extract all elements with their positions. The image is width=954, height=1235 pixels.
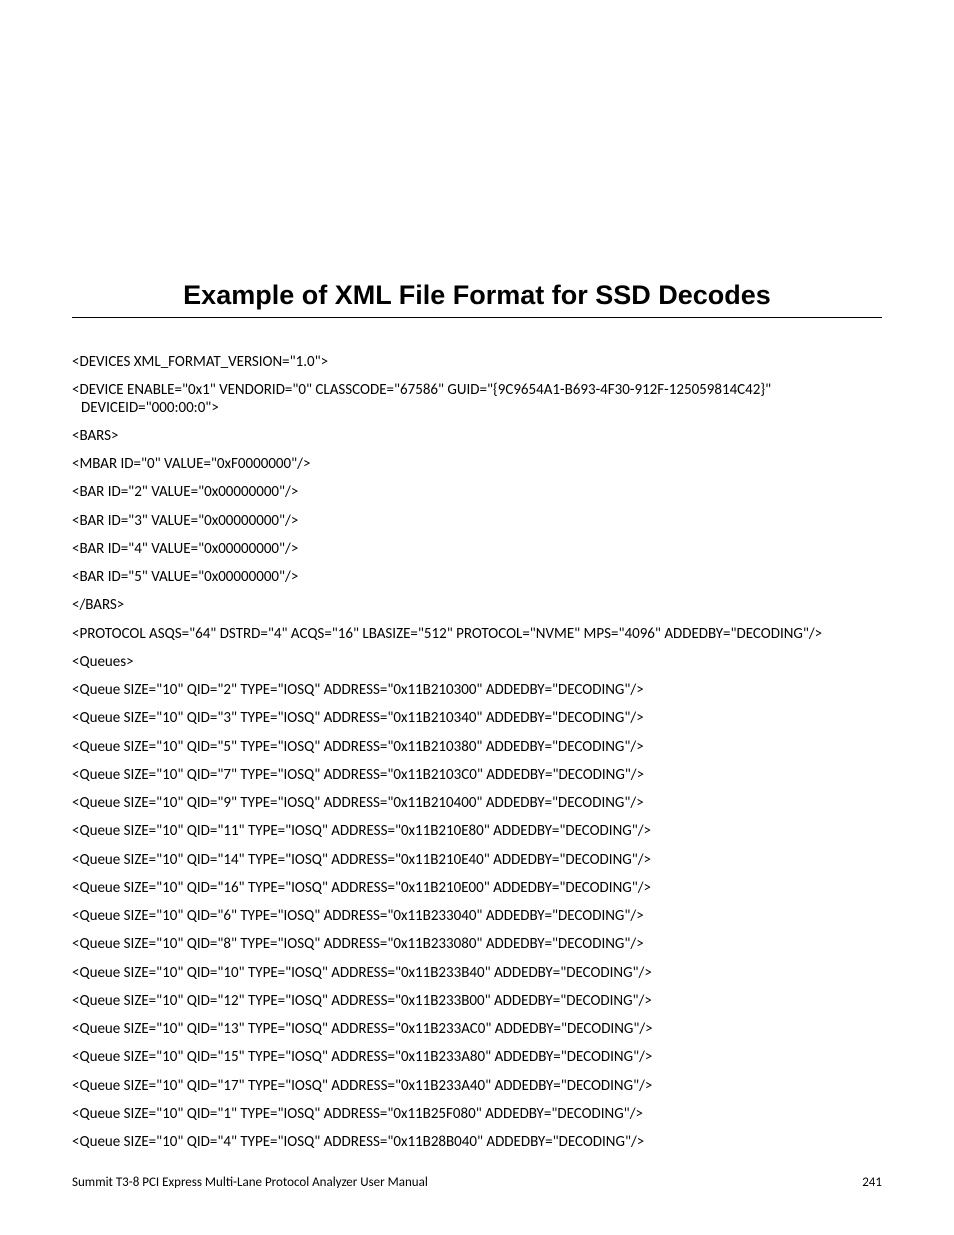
- code-line: <Queue SIZE="10" QID="17" TYPE="IOSQ" AD…: [72, 1078, 882, 1095]
- code-line: <Queue SIZE="10" QID="8" TYPE="IOSQ" ADD…: [72, 936, 882, 953]
- code-line: <BAR ID="4" VALUE="0x00000000"/>: [72, 541, 882, 558]
- code-line: </BARS>: [72, 597, 882, 614]
- code-line: <Queue SIZE="10" QID="16" TYPE="IOSQ" AD…: [72, 880, 882, 897]
- code-line: <BAR ID="2" VALUE="0x00000000"/>: [72, 484, 882, 501]
- code-line: <Queue SIZE="10" QID="11" TYPE="IOSQ" AD…: [72, 823, 882, 840]
- footer-left: Summit T3-8 PCI Express Multi-Lane Proto…: [72, 1175, 428, 1190]
- body-text: <DEVICES XML_FORMAT_VERSION="1.0"> <DEVIC…: [72, 354, 882, 1151]
- code-line: <DEVICE ENABLE="0x1" VENDORID="0" CLASSC…: [72, 382, 882, 417]
- code-line: <Queue SIZE="10" QID="6" TYPE="IOSQ" ADD…: [72, 908, 882, 925]
- code-line: <Queue SIZE="10" QID="12" TYPE="IOSQ" AD…: [72, 993, 882, 1010]
- code-line: <MBAR ID="0" VALUE="0xF0000000"/>: [72, 456, 882, 473]
- code-line: <Queue SIZE="10" QID="1" TYPE="IOSQ" ADD…: [72, 1106, 882, 1123]
- footer: Summit T3-8 PCI Express Multi-Lane Proto…: [72, 1175, 882, 1190]
- code-line: <Queue SIZE="10" QID="14" TYPE="IOSQ" AD…: [72, 852, 882, 869]
- code-line: <Queue SIZE="10" QID="10" TYPE="IOSQ" AD…: [72, 965, 882, 982]
- code-line: <Queue SIZE="10" QID="7" TYPE="IOSQ" ADD…: [72, 767, 882, 784]
- footer-right: 241: [862, 1175, 882, 1190]
- code-line: <BAR ID="5" VALUE="0x00000000"/>: [72, 569, 882, 586]
- code-line: <BARS>: [72, 428, 882, 445]
- code-line: <Queue SIZE="10" QID="9" TYPE="IOSQ" ADD…: [72, 795, 882, 812]
- code-line: <BAR ID="3" VALUE="0x00000000"/>: [72, 513, 882, 530]
- code-line: <Queues>: [72, 654, 882, 671]
- title-rule: [72, 317, 882, 318]
- code-line: <Queue SIZE="10" QID="13" TYPE="IOSQ" AD…: [72, 1021, 882, 1038]
- code-line: <Queue SIZE="10" QID="15" TYPE="IOSQ" AD…: [72, 1049, 882, 1066]
- code-line: <PROTOCOL ASQS="64" DSTRD="4" ACQS="16" …: [72, 626, 882, 643]
- page-title: Example of XML File Format for SSD Decod…: [72, 280, 882, 311]
- code-line: <Queue SIZE="10" QID="5" TYPE="IOSQ" ADD…: [72, 739, 882, 756]
- code-line: <Queue SIZE="10" QID="2" TYPE="IOSQ" ADD…: [72, 682, 882, 699]
- page: Example of XML File Format for SSD Decod…: [0, 0, 954, 1235]
- code-line: <DEVICES XML_FORMAT_VERSION="1.0">: [72, 354, 882, 371]
- code-line: <Queue SIZE="10" QID="3" TYPE="IOSQ" ADD…: [72, 710, 882, 727]
- code-line: <Queue SIZE="10" QID="4" TYPE="IOSQ" ADD…: [72, 1134, 882, 1151]
